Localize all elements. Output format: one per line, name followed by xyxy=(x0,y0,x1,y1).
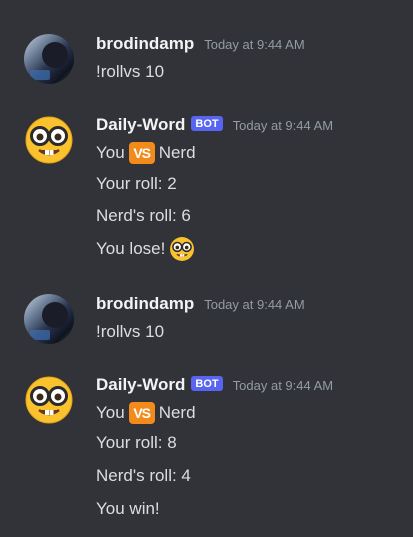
result-text: You lose! xyxy=(96,239,166,258)
message-text: !rollvs 10 xyxy=(96,322,165,341)
nerd-face-avatar-icon[interactable] xyxy=(24,375,74,425)
result-text: You win! xyxy=(96,499,160,518)
username[interactable]: brodindamp xyxy=(96,34,194,54)
username[interactable]: Daily-Word xyxy=(96,375,185,395)
vs-badge-icon: VS xyxy=(128,142,155,164)
opponent-label: Nerd xyxy=(158,403,196,422)
username[interactable]: brodindamp xyxy=(96,294,194,314)
bot-tag: BOT xyxy=(191,376,223,391)
nerd-face-avatar-icon[interactable] xyxy=(24,115,74,165)
user-avatar[interactable] xyxy=(24,34,74,84)
nerd-roll-text: Nerd's roll: 6 xyxy=(96,206,191,225)
message-header: Daily-Word BOT Today at 9:44 AM xyxy=(96,375,333,395)
vs-line: You VS Nerd xyxy=(96,402,196,424)
message-group: brodindamp Today at 9:44 AM !rollvs 10 xyxy=(0,34,413,84)
message-header: Daily-Word BOT Today at 9:44 AM xyxy=(96,115,333,135)
nerd-face-emoji-icon[interactable] xyxy=(169,236,195,262)
chat-log: brodindamp Today at 9:44 AM !rollvs 10 D… xyxy=(0,0,413,537)
message-group: brodindamp Today at 9:44 AM !rollvs 10 xyxy=(0,294,413,344)
user-avatar[interactable] xyxy=(24,294,74,344)
message-text: !rollvs 10 xyxy=(96,62,165,81)
timestamp: Today at 9:44 AM xyxy=(204,297,305,312)
vs-line: You VS Nerd xyxy=(96,142,196,164)
message-group: Daily-Word BOT Today at 9:44 AM You VS N… xyxy=(0,375,413,525)
player-label: You xyxy=(96,143,125,162)
bot-tag: BOT xyxy=(191,116,223,131)
timestamp: Today at 9:44 AM xyxy=(204,37,305,52)
result-line: You lose! xyxy=(96,236,195,262)
opponent-label: Nerd xyxy=(158,143,196,162)
player-label: You xyxy=(96,403,125,422)
message-header: brodindamp Today at 9:44 AM xyxy=(96,294,305,314)
your-roll-text: Your roll: 2 xyxy=(96,174,177,193)
vs-badge-icon: VS xyxy=(128,402,155,424)
your-roll-text: Your roll: 8 xyxy=(96,433,177,452)
message-group: Daily-Word BOT Today at 9:44 AM You VS N… xyxy=(0,115,413,270)
nerd-roll-text: Nerd's roll: 4 xyxy=(96,466,191,485)
timestamp: Today at 9:44 AM xyxy=(232,378,334,393)
timestamp: Today at 9:44 AM xyxy=(232,118,334,133)
message-header: brodindamp Today at 9:44 AM xyxy=(96,34,305,54)
username[interactable]: Daily-Word xyxy=(96,115,185,135)
